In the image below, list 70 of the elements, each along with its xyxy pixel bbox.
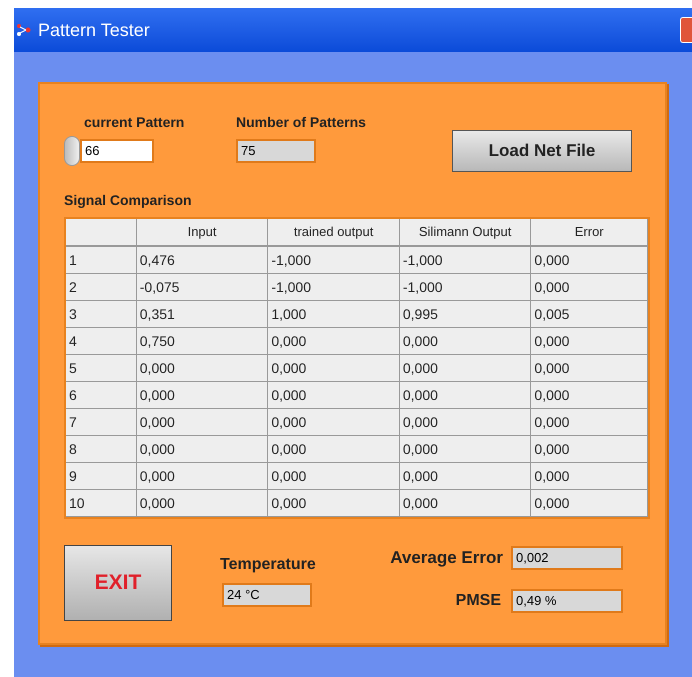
close-button[interactable] xyxy=(680,17,692,43)
column-header: Input xyxy=(188,223,216,242)
table-cell-text: 1,000 xyxy=(271,304,306,324)
table-cell-text: 1 xyxy=(69,250,77,270)
table-cell-text: 8 xyxy=(69,440,77,458)
table-cell-text: 0,000 xyxy=(402,386,438,404)
table-cell-text: 0,000 xyxy=(534,250,570,270)
table-cell-text: 0,005 xyxy=(534,304,570,324)
table-cell-text: 0,000 xyxy=(271,466,306,486)
table-cell-text: 0,000 xyxy=(534,466,570,486)
temperature-field: 24 °C xyxy=(222,583,312,607)
spinner-control[interactable] xyxy=(64,136,80,166)
table-cell-text: 0,000 xyxy=(271,332,306,350)
number-of-patterns-field: 75 xyxy=(236,139,316,163)
table-cell-text: 3 xyxy=(69,304,77,324)
table-cell-text: 6 xyxy=(69,386,77,404)
table-cell-text: 9 xyxy=(69,466,77,486)
table-cell-text: 0,000 xyxy=(271,386,306,404)
column-header: Silimann Output xyxy=(418,223,512,242)
table-cell-text: -1,000 xyxy=(402,250,443,270)
table-cell-text: 0,000 xyxy=(534,412,570,432)
signal-comparison-label: Signal Comparison xyxy=(64,191,193,210)
table-cell-text: 0,000 xyxy=(402,494,438,512)
temperature-label: Temperature xyxy=(220,555,316,575)
table-cell-text: 0,000 xyxy=(402,412,438,432)
table-cell-text: 0,750 xyxy=(140,332,175,350)
table-cell-text: -1,000 xyxy=(402,278,443,296)
load-net-file-button[interactable]: Load Net File xyxy=(452,130,632,172)
table-cell-text: 0,000 xyxy=(140,412,175,432)
table-cell-text: -1,000 xyxy=(271,278,312,296)
column-header: trained output xyxy=(294,223,374,242)
table-cell-text: 0,000 xyxy=(534,386,570,404)
average-error-label: Average Error xyxy=(390,547,503,569)
table-cell-text: 0,000 xyxy=(534,358,570,378)
current-pattern-label: current Pattern xyxy=(84,113,186,132)
table-cell-text: 2 xyxy=(69,278,77,296)
pmse-label: PMSE xyxy=(456,590,501,610)
table-cell-text: 0,995 xyxy=(402,304,438,324)
table-cell-text: 0,000 xyxy=(140,358,175,378)
number-of-patterns-label: Number of Patterns xyxy=(236,113,367,132)
table-cell-text: 4 xyxy=(69,332,77,350)
table-cell-text: 0,000 xyxy=(534,494,570,512)
pmse-field: 0,49 % xyxy=(511,588,623,612)
table-cell-text: 7 xyxy=(69,412,77,432)
table-cell-text: 0,000 xyxy=(140,440,175,458)
table-cell-text: 0,000 xyxy=(534,278,570,296)
table-cell-text: 0,000 xyxy=(140,494,175,512)
table-cell-text: 0,000 xyxy=(402,358,438,378)
table-cell-text: 0,000 xyxy=(402,466,438,486)
window-title: Pattern Tester xyxy=(38,18,150,42)
current-pattern-field: 66 xyxy=(80,139,154,163)
table-cell-text: 10 xyxy=(69,494,85,512)
table-cell-text: 0,000 xyxy=(271,494,306,512)
table-cell-text: 0,000 xyxy=(271,358,306,378)
table-cell-text: 0,000 xyxy=(534,332,570,350)
table-cell-text: 0,000 xyxy=(402,332,438,350)
column-header: Error xyxy=(574,223,604,242)
table-cell-text: 5 xyxy=(69,358,77,378)
table-cell-text: 0,000 xyxy=(140,466,175,486)
table-cell-text: 0,000 xyxy=(140,386,175,404)
table-cell-text: 0,000 xyxy=(271,412,306,432)
app-icon xyxy=(16,23,32,37)
table-cell-text: 0,476 xyxy=(140,250,175,270)
table-cell-text: -0,075 xyxy=(140,278,180,296)
table-cell-text: -1,000 xyxy=(271,250,312,270)
table-cell-text: 0,000 xyxy=(402,440,438,458)
table-cell-text: 0,000 xyxy=(271,440,306,458)
average-error-field: 0,002 xyxy=(511,546,623,570)
table-cell-text: 0,351 xyxy=(140,304,175,324)
table-cell-text: 0,000 xyxy=(534,440,570,458)
